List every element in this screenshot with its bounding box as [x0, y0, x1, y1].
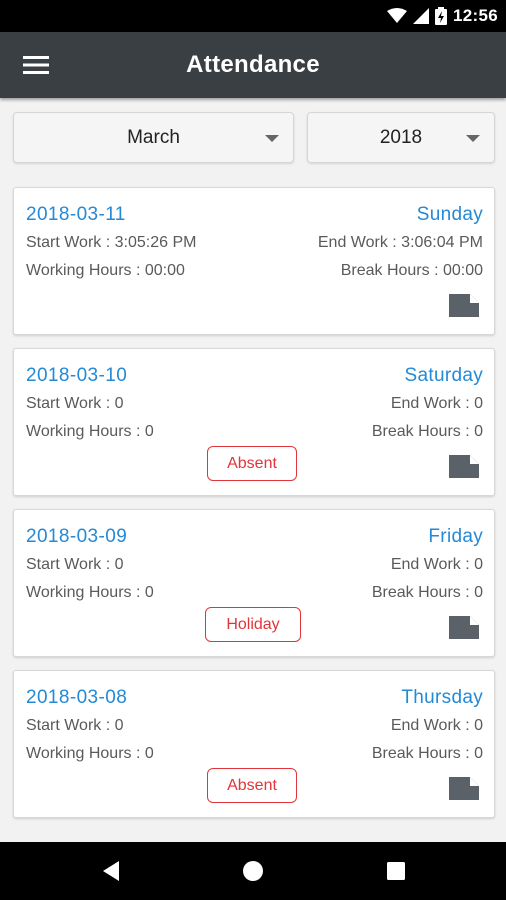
record-date: 2018-03-10 — [26, 365, 128, 386]
record-day: Thursday — [401, 687, 483, 708]
end-work-text: End Work : 0 — [390, 395, 483, 412]
working-hours-text: Working Hours : 0 — [26, 745, 154, 762]
back-button[interactable] — [95, 855, 127, 887]
working-hours-text: Working Hours : 0 — [26, 584, 154, 601]
record-day: Sunday — [416, 204, 483, 225]
record-day: Friday — [428, 526, 483, 547]
page-title: Attendance — [186, 51, 320, 78]
note-icon[interactable] — [447, 775, 481, 802]
navigation-bar — [0, 842, 506, 900]
break-hours-text: Break Hours : 0 — [371, 584, 483, 601]
note-icon[interactable] — [447, 614, 481, 641]
attendance-card[interactable]: 2018-03-09 Friday Start Work : 0 End Wor… — [13, 509, 495, 657]
year-select[interactable]: 2018 — [307, 112, 495, 163]
battery-icon — [435, 7, 448, 25]
record-date: 2018-03-09 — [26, 526, 128, 547]
home-button[interactable] — [237, 855, 269, 887]
status-time: 12:56 — [453, 6, 498, 25]
attendance-card[interactable]: 2018-03-10 Saturday Start Work : 0 End W… — [13, 348, 495, 496]
end-work-text: End Work : 0 — [390, 556, 483, 573]
app-bar: Attendance — [0, 32, 506, 98]
record-date: 2018-03-08 — [26, 687, 128, 708]
record-date: 2018-03-11 — [26, 204, 126, 225]
break-hours-text: Break Hours : 0 — [371, 423, 483, 440]
status-badge: Absent — [207, 768, 297, 803]
status-badge: Absent — [207, 446, 297, 481]
caret-down-icon — [265, 135, 279, 142]
caret-down-icon — [466, 135, 480, 142]
start-work-text: Start Work : 0 — [26, 556, 124, 573]
cellular-signal-icon — [413, 8, 430, 24]
status-badge: Holiday — [205, 607, 301, 642]
recents-square-icon — [387, 862, 405, 880]
break-hours-text: Break Hours : 00:00 — [340, 262, 483, 279]
month-select-value: March — [127, 126, 180, 148]
status-bar: 12:56 — [0, 0, 506, 32]
end-work-text: End Work : 0 — [390, 717, 483, 734]
recents-button[interactable] — [380, 855, 412, 887]
start-work-text: Start Work : 0 — [26, 395, 124, 412]
year-select-value: 2018 — [379, 126, 423, 148]
working-hours-text: Working Hours : 00:00 — [26, 262, 185, 279]
start-work-text: Start Work : 3:05:26 PM — [26, 234, 197, 251]
end-work-text: End Work : 3:06:04 PM — [317, 234, 483, 251]
home-circle-icon — [243, 861, 263, 881]
break-hours-text: Break Hours : 0 — [371, 745, 483, 762]
back-triangle-icon — [103, 861, 119, 881]
note-icon[interactable] — [447, 292, 481, 319]
attendance-card[interactable]: 2018-03-08 Thursday Start Work : 0 End W… — [13, 670, 495, 818]
status-icons: 12:56 — [387, 4, 498, 28]
attendance-card[interactable]: 2018-03-11 Sunday Start Work : 3:05:26 P… — [13, 187, 495, 335]
record-day: Saturday — [404, 365, 483, 386]
working-hours-text: Working Hours : 0 — [26, 423, 154, 440]
note-icon[interactable] — [447, 453, 481, 480]
wifi-icon — [387, 8, 408, 23]
start-work-text: Start Work : 0 — [26, 717, 124, 734]
month-select[interactable]: March — [13, 112, 294, 163]
